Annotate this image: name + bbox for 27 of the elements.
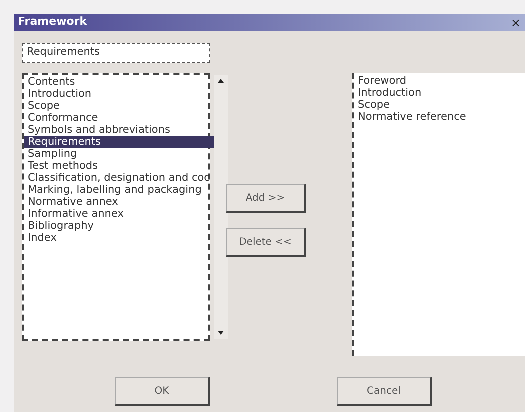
list-item[interactable]: Classification, designation and coc <box>24 172 214 184</box>
list-item[interactable]: Introduction <box>354 87 525 99</box>
name-field[interactable]: Requirements <box>22 43 210 63</box>
selected-list[interactable]: Foreword Introduction Scope Normative reference <box>352 73 525 356</box>
list-item[interactable]: Conformance <box>24 112 214 124</box>
list-item[interactable]: Introduction <box>24 88 214 100</box>
list-item[interactable]: Requirements <box>24 136 214 148</box>
list-item[interactable]: Scope <box>354 99 525 111</box>
window-title: Framework <box>18 14 88 30</box>
list-item[interactable]: Contents <box>24 76 214 88</box>
scrollbar[interactable] <box>214 75 228 339</box>
list-item[interactable]: Foreword <box>354 75 525 87</box>
list-item[interactable]: Index <box>24 232 214 244</box>
close-button[interactable]: × <box>510 16 521 28</box>
list-item[interactable]: Scope <box>24 100 214 112</box>
list-item[interactable]: Bibliography <box>24 220 214 232</box>
dialog-button[interactable]: OK <box>115 377 210 406</box>
list-item[interactable]: Test methods <box>24 160 214 172</box>
dialog-button[interactable]: Delete << <box>226 228 306 257</box>
dialog-button[interactable]: Cancel <box>337 377 432 406</box>
dialog-button[interactable]: Add >> <box>226 184 306 213</box>
list-item[interactable]: Symbols and abbreviations <box>24 124 214 136</box>
list-item[interactable]: Normative reference <box>354 111 525 123</box>
list-item[interactable]: Marking, labelling and packaging <box>24 184 214 196</box>
list-item[interactable]: Informative annex <box>24 208 214 220</box>
list-item[interactable]: Normative annex <box>24 196 214 208</box>
list-item[interactable]: Sampling <box>24 148 214 160</box>
